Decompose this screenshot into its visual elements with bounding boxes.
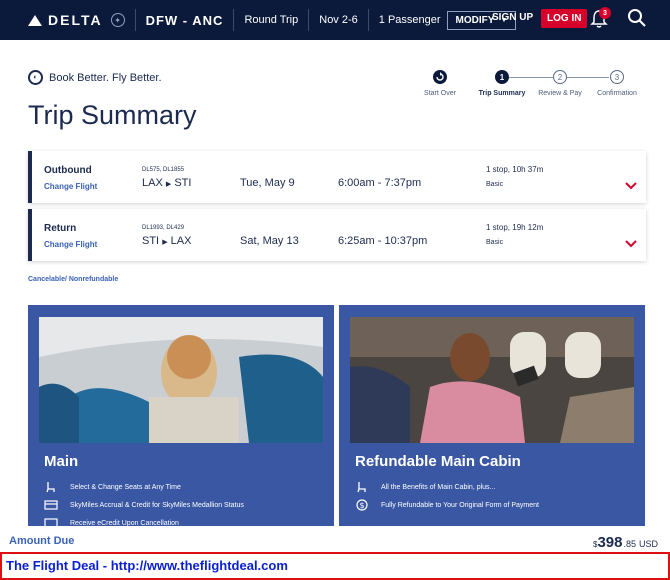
fare-option-main[interactable]: Main Select & Change Seats at Any Time S… xyxy=(28,305,334,530)
currency-code: USD xyxy=(638,539,658,549)
fare-feature-text: Select & Change Seats at Any Time xyxy=(70,483,181,491)
trip-type: Round Trip xyxy=(244,14,299,26)
step-connector xyxy=(565,77,609,78)
book-better-tagline: ◐ Book Better. Fly Better. xyxy=(28,70,162,85)
divider xyxy=(233,9,235,31)
main-cabin-photo xyxy=(39,317,323,443)
amount-due-bar: Amount Due $ 398 .85 USD xyxy=(0,526,670,552)
route-arrow-icon: ▶ xyxy=(165,181,172,188)
step-review-pay-label: Review & Pay xyxy=(538,90,582,97)
step-confirmation-label: Confirmation xyxy=(597,90,637,97)
chevron-down-icon[interactable] xyxy=(625,182,637,190)
flight-numbers: DL1993, DL429 xyxy=(142,225,185,231)
cabin-passenger-image xyxy=(350,317,634,443)
price-dollars: 398 xyxy=(597,534,623,551)
fare-class: Basic xyxy=(486,239,504,246)
cancellation-policy-link[interactable]: Cancelable/ Nonrefundable xyxy=(28,276,118,283)
fare-title: Main xyxy=(44,453,79,470)
delta-logo[interactable]: DELTA ✦ xyxy=(28,12,125,28)
dollar-icon: $ xyxy=(355,499,369,511)
change-flight-link[interactable]: Change Flight xyxy=(44,240,97,249)
passenger-count: 1 Passenger xyxy=(378,14,441,26)
flight-direction: Outbound xyxy=(44,165,92,176)
total-price: $ 398 .85 USD xyxy=(593,534,658,551)
fare-feature: SkyMiles Accrual & Credit for SkyMiles M… xyxy=(44,499,244,511)
brand-name: DELTA xyxy=(48,12,103,28)
notification-count-badge: 3 xyxy=(599,7,611,19)
flight-stops-duration: 1 stop, 19h 12m xyxy=(486,223,544,232)
search-icon[interactable] xyxy=(627,8,647,28)
fare-class: Basic xyxy=(486,181,504,188)
price-cents: .85 xyxy=(623,539,636,549)
step-3-marker: 3 xyxy=(610,70,624,84)
flight-route: LAX ▶ STI xyxy=(142,177,191,189)
step-1-marker: 1 xyxy=(495,70,509,84)
banner-text: The Flight Deal - http://www.theflightde… xyxy=(6,558,288,573)
cabin-passenger-image xyxy=(39,317,323,443)
fare-feature: Select & Change Seats at Any Time xyxy=(44,481,181,493)
sign-up-link[interactable]: SIGN UP xyxy=(492,12,533,23)
start-over-icon[interactable] xyxy=(433,70,447,84)
fare-option-refundable-main-cabin[interactable]: Refundable Main Cabin All the Benefits o… xyxy=(339,305,645,530)
step-start-over-label[interactable]: Start Over xyxy=(424,90,456,97)
flight-date: Tue, May 9 xyxy=(240,177,295,189)
flight-deal-banner: The Flight Deal - http://www.theflightde… xyxy=(0,552,670,580)
flight-stops-duration: 1 stop, 10h 37m xyxy=(486,165,544,174)
trip-dates: Nov 2-6 xyxy=(319,14,358,26)
flight-times: 6:00am - 7:37pm xyxy=(338,177,422,189)
divider xyxy=(367,9,369,31)
destination-code: STI xyxy=(174,177,192,189)
svg-text:$: $ xyxy=(359,501,364,510)
step-connector xyxy=(507,77,559,78)
fare-feature-text: All the Benefits of Main Cabin, plus... xyxy=(381,483,496,491)
miles-icon xyxy=(44,499,58,511)
seat-icon xyxy=(355,481,369,493)
destination-code: LAX xyxy=(170,235,192,247)
outbound-flight-card[interactable]: Outbound Change Flight DL575, DL1855 LAX… xyxy=(28,151,646,203)
flight-times: 6:25am - 10:37pm xyxy=(338,235,428,247)
flight-direction: Return xyxy=(44,223,77,234)
route-arrow-icon: ▶ xyxy=(162,239,168,246)
return-flight-card[interactable]: Return Change Flight DL1993, DL429 STI ▶… xyxy=(28,209,646,261)
restart-arrow-icon xyxy=(436,72,444,81)
chevron-down-icon[interactable] xyxy=(625,240,637,248)
delta-widget-icon xyxy=(28,14,42,26)
flight-date: Sat, May 13 xyxy=(240,235,299,247)
step-trip-summary-label: Trip Summary xyxy=(478,90,526,97)
fare-feature: All the Benefits of Main Cabin, plus... xyxy=(355,481,495,493)
log-in-button[interactable]: LOG IN xyxy=(541,9,588,28)
delta-globe-icon: ◐ xyxy=(28,70,43,85)
booking-progress-steps: 1 2 3 Start Over Trip Summary Review & P… xyxy=(420,70,650,102)
page-title: Trip Summary xyxy=(28,100,197,130)
step-2-marker: 2 xyxy=(553,70,567,84)
origin-code: LAX xyxy=(142,177,163,189)
trip-route: DFW - ANC xyxy=(145,12,224,28)
divider xyxy=(308,9,310,31)
refundable-cabin-photo xyxy=(350,317,634,443)
fare-feature-text: SkyMiles Accrual & Credit for SkyMiles M… xyxy=(70,501,244,509)
fare-title: Refundable Main Cabin xyxy=(355,453,521,470)
tagline-text: Book Better. Fly Better. xyxy=(49,71,162,84)
flight-route: STI ▶ LAX xyxy=(142,235,191,247)
modify-label: MODIFY xyxy=(455,14,495,26)
amount-due-label: Amount Due xyxy=(9,535,75,547)
change-flight-link[interactable]: Change Flight xyxy=(44,182,97,191)
fare-feature: $ Fully Refundable to Your Original Form… xyxy=(355,499,539,511)
divider xyxy=(134,9,136,31)
seat-icon xyxy=(44,481,58,493)
origin-code: STI xyxy=(142,235,160,247)
fare-feature-text: Fully Refundable to Your Original Form o… xyxy=(381,501,539,509)
flight-numbers: DL575, DL1855 xyxy=(142,167,185,173)
skyteam-icon: ✦ xyxy=(110,13,125,27)
